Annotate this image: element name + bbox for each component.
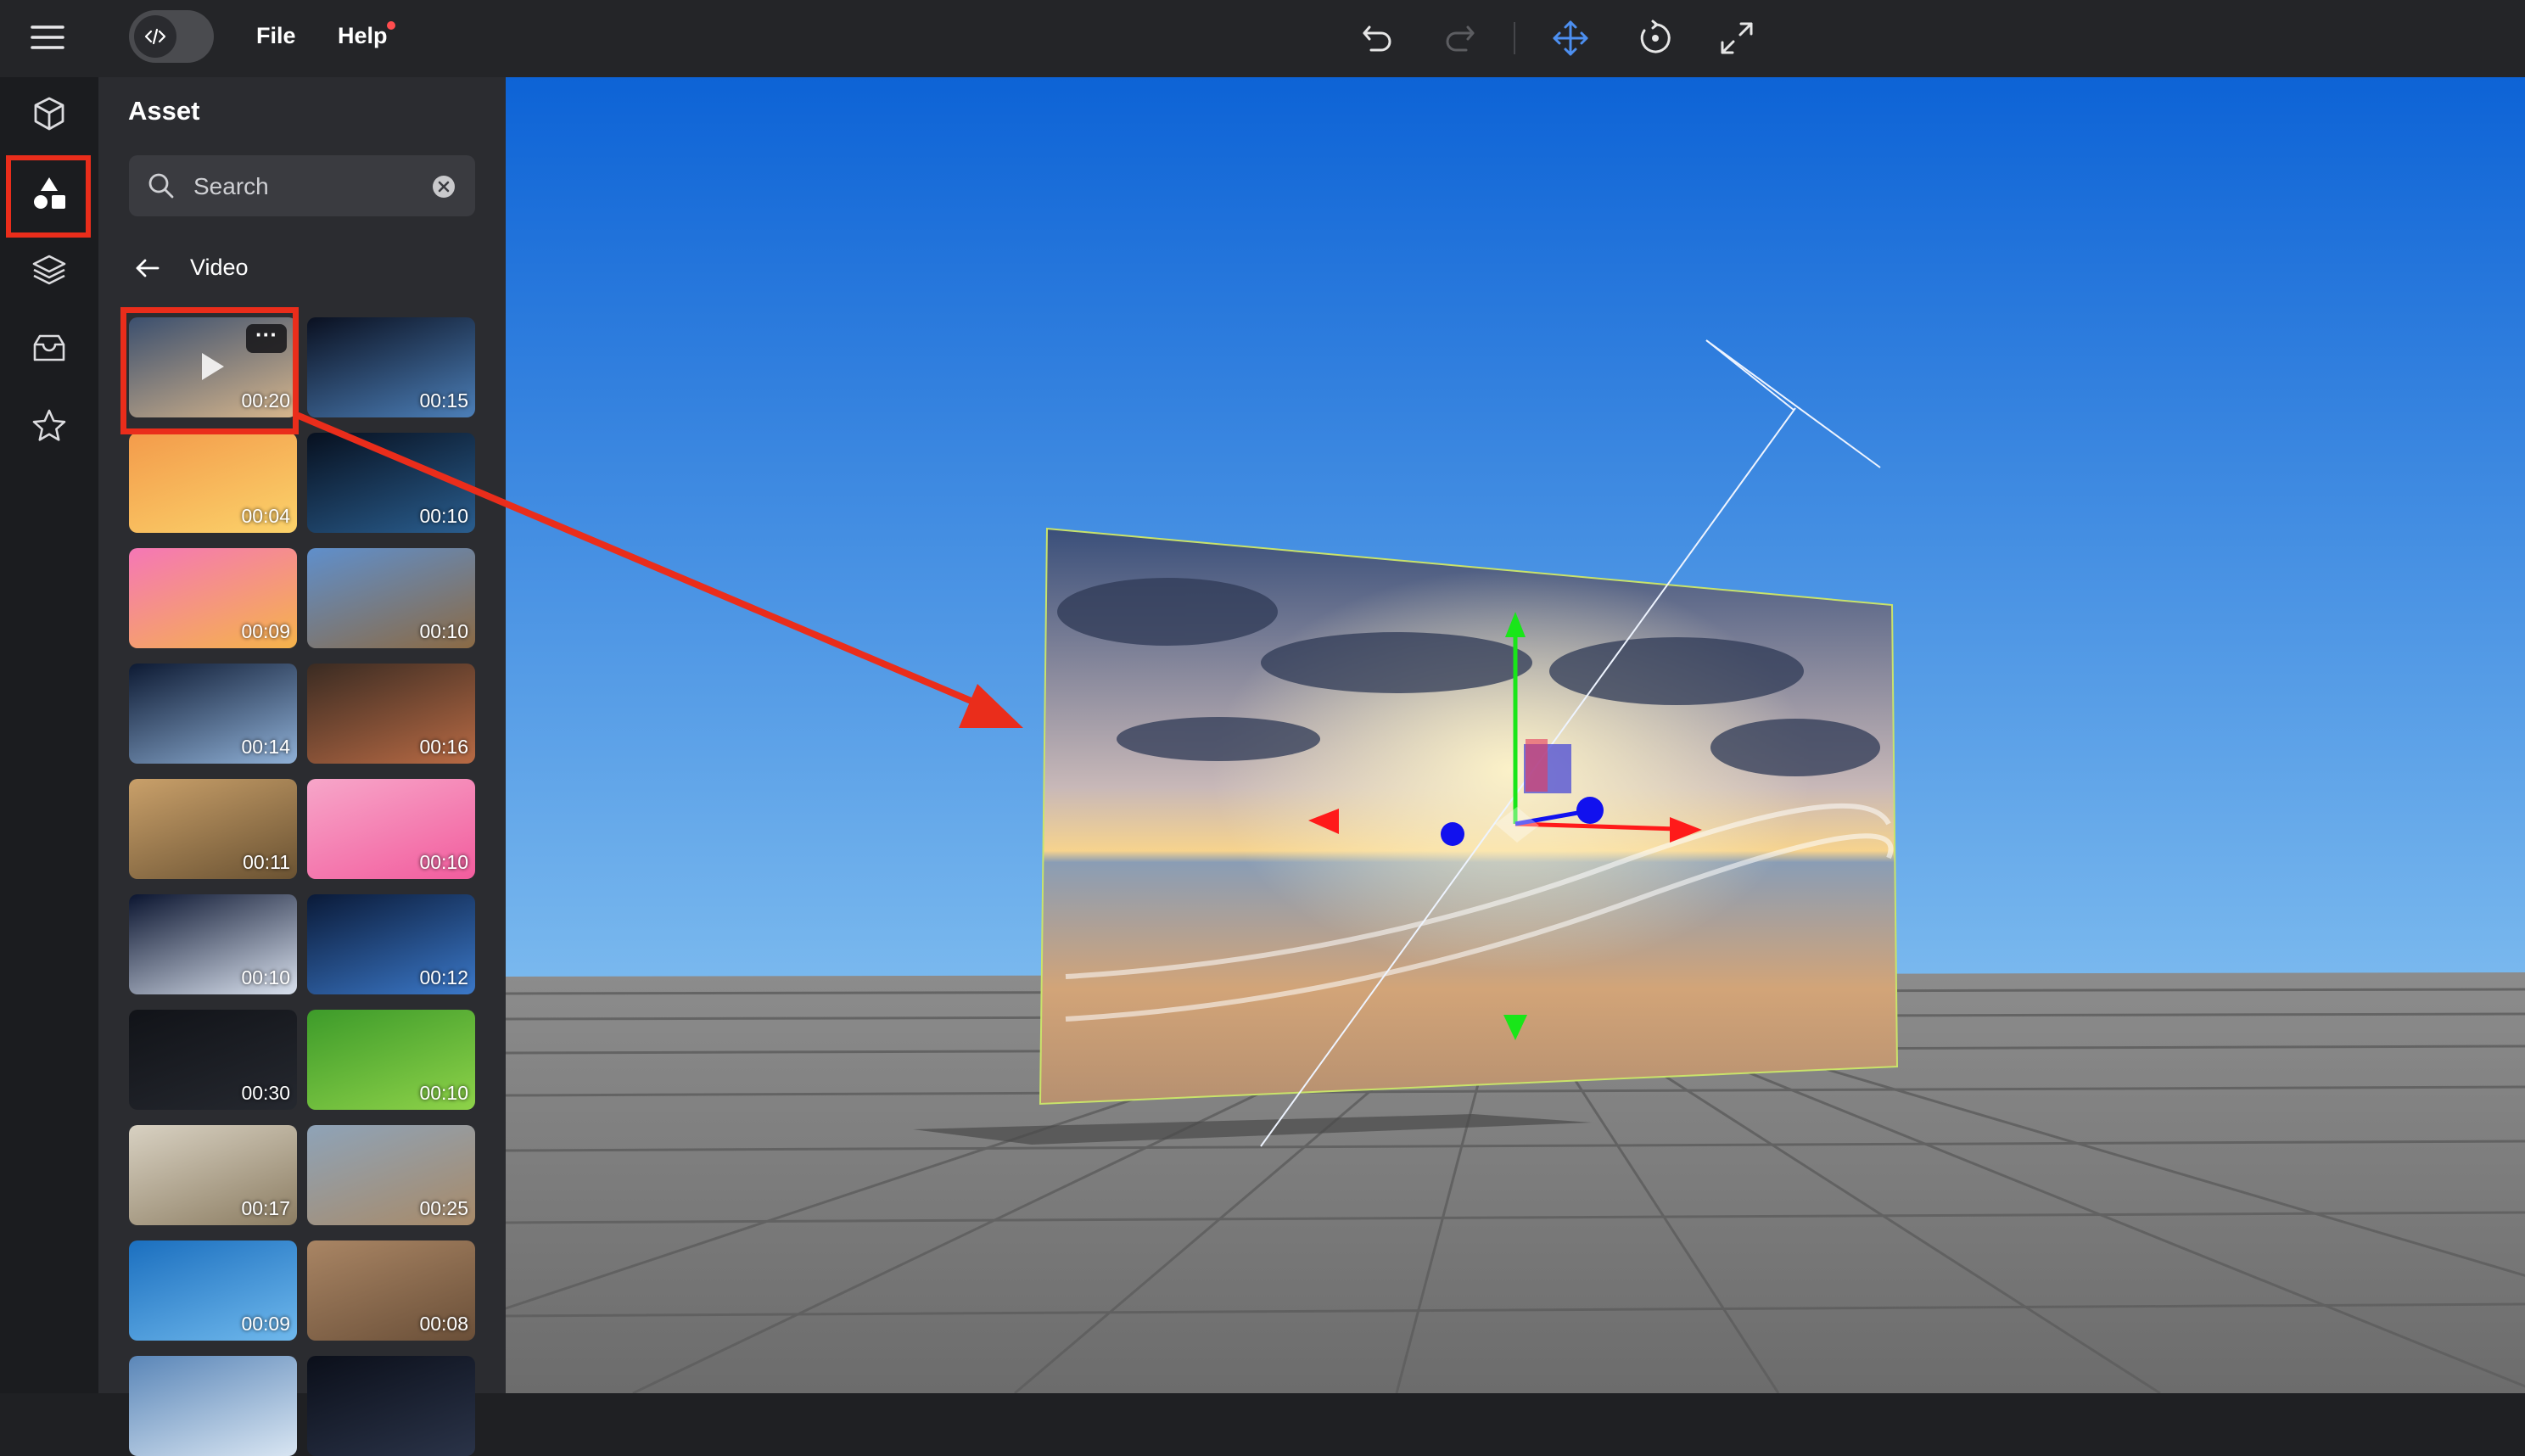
video-thumbnail[interactable]: 00:11 — [129, 779, 297, 879]
3d-viewport[interactable] — [506, 77, 2525, 1393]
video-thumbnail[interactable]: 00:15 — [307, 317, 475, 417]
layers-icon[interactable] — [24, 244, 75, 295]
video-duration: 00:08 — [419, 1313, 468, 1335]
video-thumbnail[interactable] — [129, 1356, 297, 1456]
file-menu[interactable]: File — [256, 23, 296, 49]
help-menu[interactable]: Help — [338, 23, 388, 49]
video-duration: 00:25 — [419, 1197, 468, 1219]
video-duration: 00:15 — [419, 389, 468, 412]
video-duration: 00:17 — [241, 1197, 290, 1219]
rotate-icon[interactable] — [1634, 17, 1677, 59]
video-thumbnail[interactable]: 00:16 — [307, 664, 475, 764]
video-thumbnail[interactable]: 00:10 — [129, 894, 297, 994]
video-duration: 00:10 — [241, 966, 290, 988]
redo-icon[interactable] — [1439, 19, 1480, 59]
inbox-icon[interactable] — [24, 322, 75, 373]
video-duration: 00:10 — [419, 851, 468, 873]
shapes-icon[interactable] — [24, 168, 75, 219]
video-duration: 00:16 — [419, 736, 468, 758]
video-thumbnail[interactable]: 00:04 — [129, 433, 297, 533]
hamburger-menu-icon[interactable] — [29, 20, 66, 54]
category-title: Video — [190, 255, 249, 280]
toolbar-divider — [1514, 22, 1515, 54]
video-thumbnail[interactable]: 00:30 — [129, 1010, 297, 1110]
video-thumbnail[interactable]: 00:10 — [307, 1010, 475, 1110]
video-thumbnail[interactable] — [307, 1356, 475, 1456]
panel-title: Asset — [128, 96, 200, 126]
move-icon[interactable] — [1549, 17, 1592, 59]
star-icon[interactable] — [24, 400, 75, 451]
selected-thumbnail-highlight — [120, 307, 299, 434]
video-duration: 00:10 — [419, 1082, 468, 1104]
video-thumbnail[interactable]: 00:25 — [307, 1125, 475, 1225]
video-thumbnail[interactable]: 00:17 — [129, 1125, 297, 1225]
cube-icon[interactable] — [24, 88, 75, 139]
video-thumbnail[interactable]: 00:09 — [129, 1240, 297, 1341]
code-view-toggle[interactable] — [129, 10, 214, 63]
video-duration: 00:12 — [419, 966, 468, 988]
video-thumbnail[interactable]: 00:12 — [307, 894, 475, 994]
help-notification-dot — [387, 21, 395, 30]
video-duration: 00:14 — [241, 736, 290, 758]
video-thumbnail[interactable]: 00:08 — [307, 1240, 475, 1341]
video-duration: 00:10 — [419, 505, 468, 527]
video-thumbnail[interactable]: 00:10 — [307, 433, 475, 533]
top-toolbar: File Help — [0, 0, 2525, 77]
video-thumbnail[interactable]: 00:10 — [307, 779, 475, 879]
video-thumbnail[interactable]: 00:10 — [307, 548, 475, 648]
video-duration: 00:11 — [243, 851, 290, 873]
video-plane[interactable] — [1039, 527, 1899, 1106]
search-input[interactable] — [192, 169, 416, 204]
undo-icon[interactable] — [1358, 19, 1398, 59]
fullscreen-icon[interactable] — [1716, 17, 1758, 59]
clear-search-icon[interactable] — [431, 174, 456, 199]
code-icon — [134, 15, 176, 58]
search-icon — [146, 171, 176, 201]
video-duration: 00:10 — [419, 620, 468, 642]
video-duration: 00:04 — [241, 505, 290, 527]
search-box — [129, 155, 475, 216]
video-thumbnail[interactable]: 00:09 — [129, 548, 297, 648]
video-duration: 00:09 — [241, 1313, 290, 1335]
video-duration: 00:09 — [241, 620, 290, 642]
back-arrow-icon[interactable] — [132, 253, 163, 283]
video-thumbnail[interactable]: 00:14 — [129, 664, 297, 764]
video-duration: 00:30 — [241, 1082, 290, 1104]
